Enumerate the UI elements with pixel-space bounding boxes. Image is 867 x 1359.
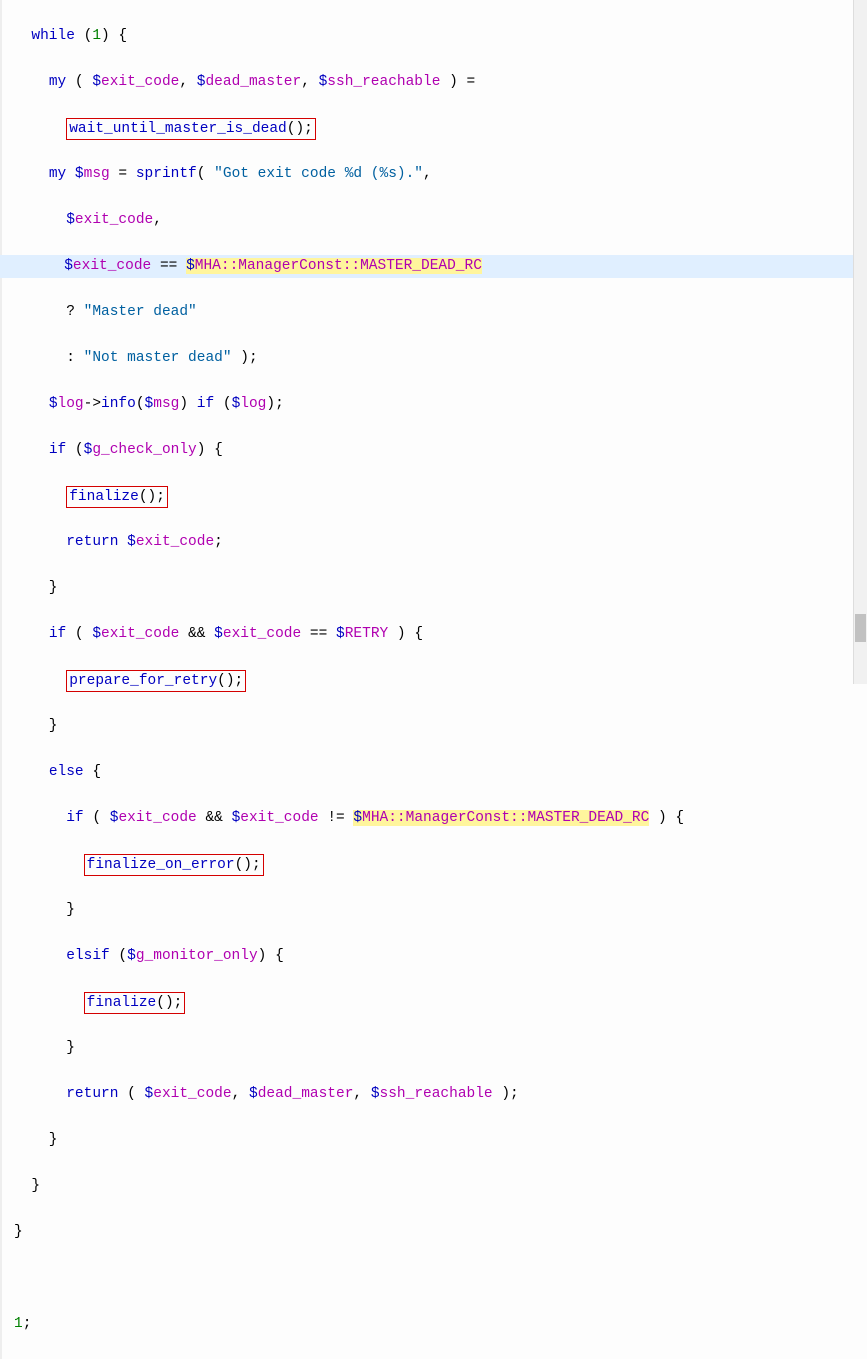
code-line: } — [12, 715, 867, 738]
code-line: my $msg = sprintf( "Got exit code %d (%s… — [12, 163, 867, 186]
code-line: if ( $exit_code && $exit_code != $MHA::M… — [12, 807, 867, 830]
code-line: $exit_code, — [12, 209, 867, 232]
code-line: else { — [12, 761, 867, 784]
highlight-box: finalize(); — [84, 992, 186, 1014]
code-line: wait_until_master_is_dead(); — [12, 117, 867, 140]
highlight-box: finalize_on_error(); — [84, 854, 264, 876]
code-line: } — [12, 1037, 867, 1060]
code-line: elsif ($g_monitor_only) { — [12, 945, 867, 968]
code-line: finalize(); — [12, 991, 867, 1014]
highlighted-line: $exit_code == $MHA::ManagerConst::MASTER… — [0, 255, 867, 278]
code-line: finalize_on_error(); — [12, 853, 867, 876]
code-line: my ( $exit_code, $dead_master, $ssh_reac… — [12, 71, 867, 94]
vertical-scrollbar[interactable] — [853, 0, 867, 684]
code-line: if ( $exit_code && $exit_code == $RETRY … — [12, 623, 867, 646]
code-block: while (1) { my ( $exit_code, $dead_maste… — [0, 0, 867, 1359]
code-line: } — [12, 1221, 867, 1244]
code-line: $log->info($msg) if ($log); — [12, 393, 867, 416]
code-line: } — [12, 577, 867, 600]
code-line: 1; — [12, 1313, 867, 1336]
code-line: return $exit_code; — [12, 531, 867, 554]
code-line: while (1) { — [12, 25, 867, 48]
highlight-box: wait_until_master_is_dead(); — [66, 118, 316, 140]
code-line: return ( $exit_code, $dead_master, $ssh_… — [12, 1083, 867, 1106]
highlight-box: finalize(); — [66, 486, 168, 508]
highlight-box: prepare_for_retry(); — [66, 670, 246, 692]
code-line: } — [12, 1175, 867, 1198]
code-line — [12, 1267, 867, 1290]
code-line: finalize(); — [12, 485, 867, 508]
code-line: ? "Master dead" — [12, 301, 867, 324]
code-line: } — [12, 1129, 867, 1152]
code-line: : "Not master dead" ); — [12, 347, 867, 370]
code-line: } — [12, 899, 867, 922]
scrollbar-thumb[interactable] — [855, 614, 866, 642]
code-line: if ($g_check_only) { — [12, 439, 867, 462]
code-line: prepare_for_retry(); — [12, 669, 867, 692]
